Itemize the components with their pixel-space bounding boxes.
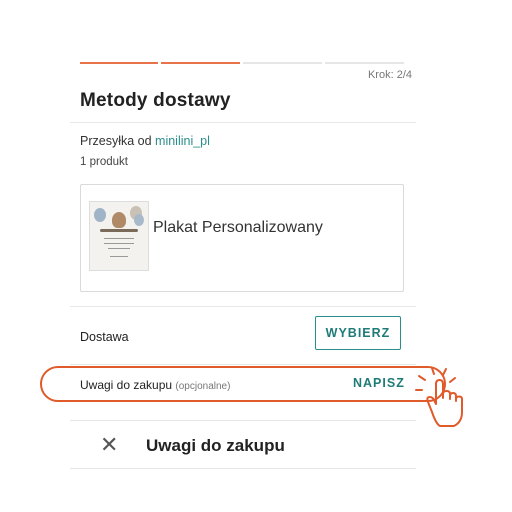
shipment-from: Przesyłka od minilini_pl [80, 134, 210, 148]
product-count: 1 produkt [80, 156, 128, 168]
notes-label-text: Uwagi do zakupu [80, 378, 173, 392]
close-icon[interactable]: ✕ [100, 434, 118, 456]
divider [70, 468, 416, 469]
product-name: Plakat Personalizowany [153, 219, 323, 236]
purchase-notes-label: Uwagi do zakupu (opcjonalne) [80, 378, 230, 392]
divider [70, 122, 416, 123]
step-indicator: Krok: 2/4 [367, 69, 412, 81]
progress-step-3 [243, 62, 322, 64]
seller-link[interactable]: minilini_pl [155, 134, 210, 148]
progress-step-1 [80, 62, 158, 64]
notes-optional-text: (opcjonalne) [175, 381, 231, 392]
progress-step-4 [325, 62, 404, 64]
divider [70, 306, 416, 307]
tap-hand-icon [415, 367, 463, 427]
product-card[interactable]: Plakat Personalizowany [80, 184, 404, 292]
choose-delivery-button[interactable]: WYBIERZ [315, 316, 401, 350]
product-thumbnail [89, 201, 149, 271]
checkout-progress-bar [80, 62, 404, 65]
notes-dialog-title: Uwagi do zakupu [146, 436, 285, 455]
delivery-label: Dostawa [80, 330, 129, 344]
progress-step-2 [161, 62, 240, 64]
divider [70, 364, 416, 365]
page-title: Metody dostawy [80, 90, 231, 111]
divider [70, 420, 416, 421]
shipment-prefix: Przesyłka od [80, 134, 156, 148]
write-notes-button[interactable]: NAPISZ [353, 376, 405, 390]
